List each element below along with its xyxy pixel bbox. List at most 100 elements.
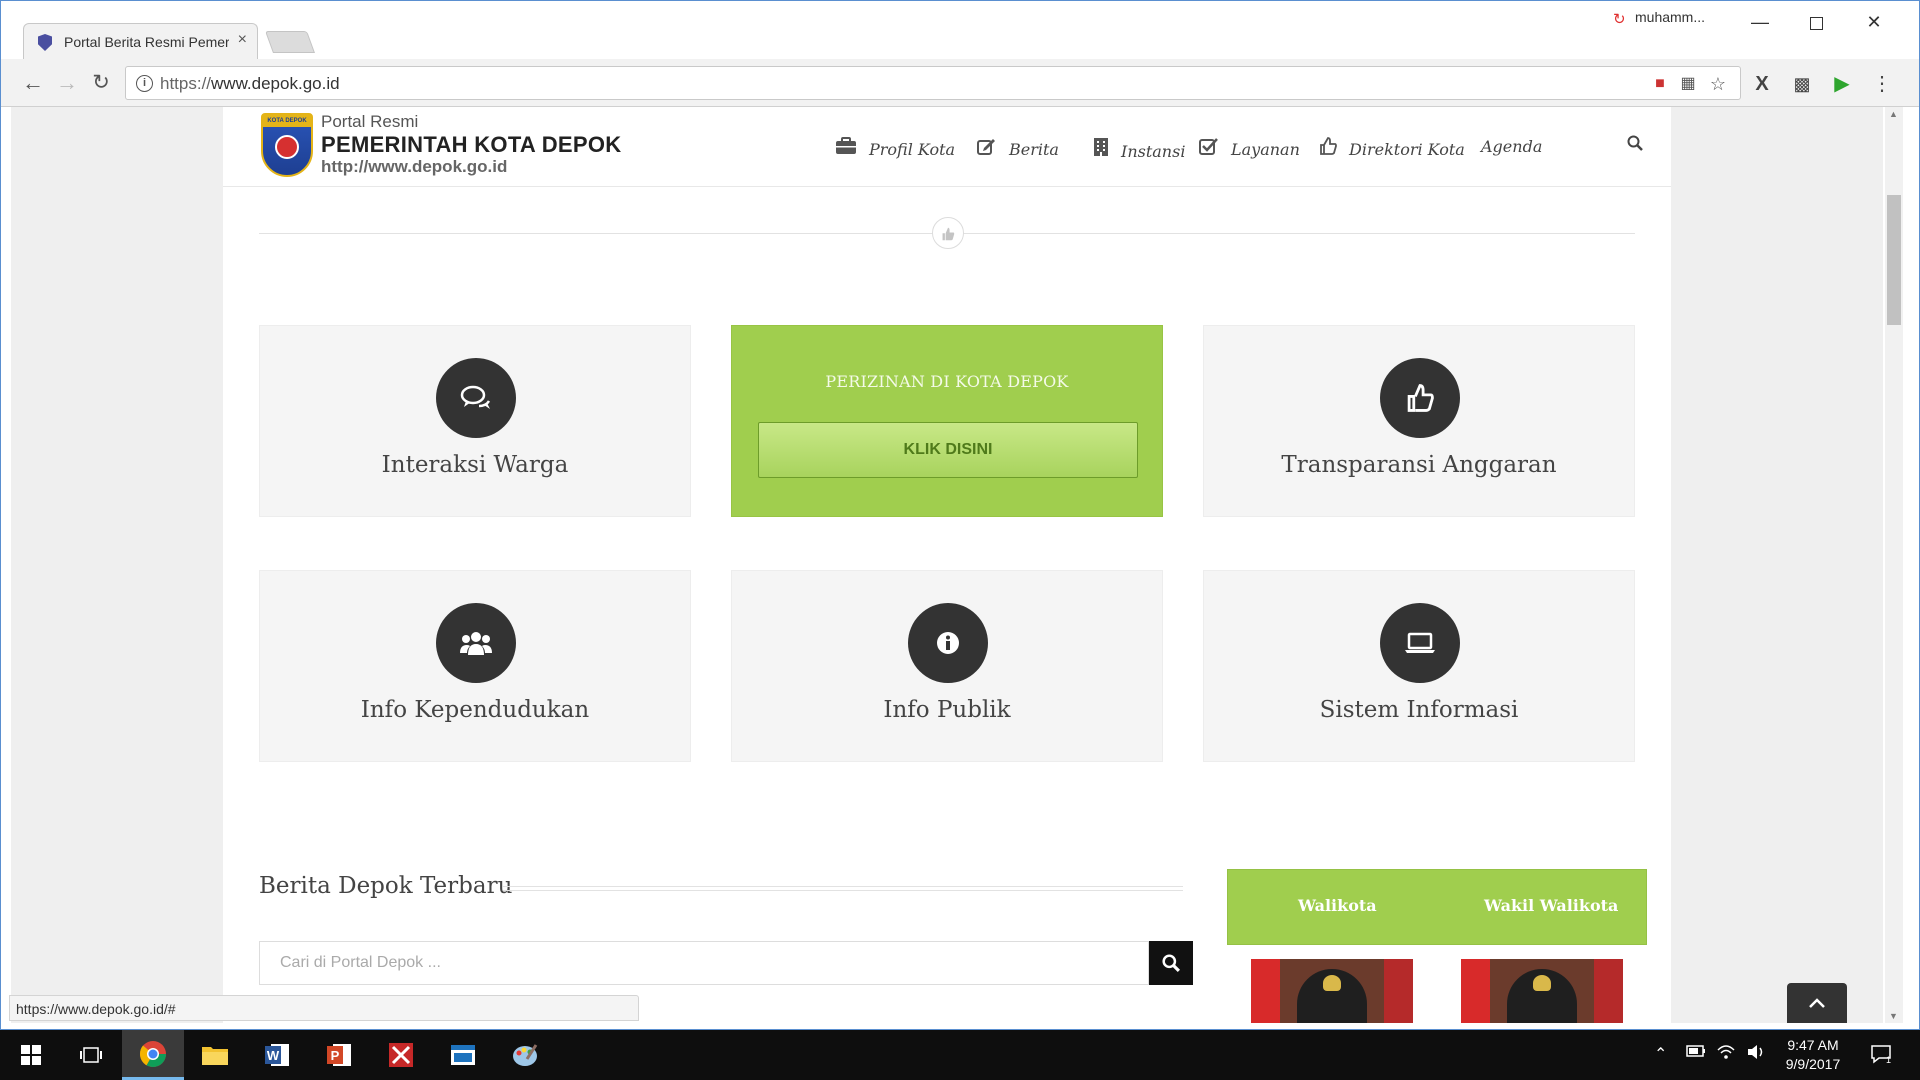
card-interaksi-warga[interactable]: Interaksi Warga — [259, 325, 691, 517]
taskbar-tools-icon[interactable] — [370, 1030, 432, 1080]
building-icon — [1093, 137, 1109, 161]
nav-agenda[interactable]: Agenda — [1481, 137, 1542, 159]
scroll-down-arrow-icon[interactable]: ▼ — [1889, 1011, 1898, 1021]
profile-sync-icon[interactable]: ↻ — [1613, 10, 1626, 28]
address-bar[interactable]: i https://www.depok.go.id ■ ▦ ☆ — [125, 66, 1741, 100]
city-emblem-logo[interactable]: KOTA DEPOK — [261, 113, 313, 177]
card-label: Info Kependudukan — [360, 697, 590, 723]
users-icon — [436, 603, 516, 683]
search-icon[interactable] — [1627, 135, 1643, 156]
svg-text:P: P — [331, 1048, 340, 1063]
walikota-portrait[interactable] — [1251, 959, 1413, 1023]
tray-chevron-up-icon[interactable]: ⌃ — [1654, 1044, 1667, 1064]
edit-icon — [977, 137, 997, 159]
card-perizinan: PERIZINAN DI KOTA DEPOK KLIK DISINI — [731, 325, 1163, 517]
back-to-top-button[interactable] — [1787, 983, 1847, 1023]
taskbar-chrome-icon[interactable] — [122, 1030, 184, 1080]
thumbs-up-outline-icon — [1319, 137, 1337, 159]
translate-icon[interactable]: ▦ — [1678, 74, 1698, 94]
close-window-icon[interactable]: ✕ — [1849, 7, 1899, 37]
wakil-walikota-portrait[interactable] — [1461, 959, 1623, 1023]
profile-name[interactable]: muhamm... — [1635, 9, 1705, 25]
taskbar-paint-icon[interactable] — [494, 1030, 556, 1080]
portal-search-button[interactable] — [1149, 941, 1193, 985]
site-favicon-icon — [38, 34, 52, 51]
taskbar-file-explorer-icon[interactable] — [184, 1030, 246, 1080]
card-label: Interaksi Warga — [381, 452, 569, 478]
nav-profil-kota[interactable]: Profil Kota — [835, 137, 955, 159]
windows-taskbar: W P ⌃ 9:47 AM 9/9/2017 1 — [0, 1030, 1920, 1080]
portal-search-input[interactable]: Cari di Portal Depok ... — [259, 941, 1149, 985]
browser-tab[interactable]: Portal Berita Resmi Pemerintah Kota Depo… — [23, 23, 258, 59]
clock-time: 9:47 AM — [1787, 1037, 1839, 1053]
menu-kebab-icon[interactable]: ⋮ — [1869, 71, 1895, 97]
page-viewport: KOTA DEPOK Portal Resmi PEMERINTAH KOTA … — [11, 107, 1883, 1023]
new-tab-button[interactable] — [264, 31, 316, 53]
perizinan-heading: PERIZINAN DI KOTA DEPOK — [825, 372, 1069, 391]
laptop-icon — [1380, 603, 1460, 683]
card-transparansi-anggaran[interactable]: Transparansi Anggaran — [1203, 325, 1635, 517]
briefcase-icon — [835, 137, 857, 159]
task-view-icon[interactable] — [60, 1030, 122, 1080]
wifi-icon[interactable] — [1716, 1044, 1736, 1065]
address-url[interactable]: https://www.depok.go.id — [160, 74, 340, 94]
klik-disini-button[interactable]: KLIK DISINI — [758, 422, 1138, 478]
desktop-screen: Portal Berita Resmi Pemerintah Kota Depo… — [0, 0, 1920, 1080]
logo-title[interactable]: PEMERINTAH KOTA DEPOK — [321, 132, 621, 158]
card-label: Sistem Informasi — [1319, 697, 1519, 723]
page-content: KOTA DEPOK Portal Resmi PEMERINTAH KOTA … — [223, 107, 1671, 1023]
search-icon — [1162, 954, 1180, 972]
blocked-content-icon[interactable]: ■ — [1650, 74, 1670, 94]
leaders-tabs: Walikota Wakil Walikota — [1227, 869, 1647, 945]
card-info-kependudukan[interactable]: Info Kependudukan — [259, 570, 691, 762]
browser-titlebar: Portal Berita Resmi Pemerintah Kota Depo… — [1, 1, 1919, 59]
site-header: KOTA DEPOK Portal Resmi PEMERINTAH KOTA … — [223, 107, 1671, 187]
tab-close-icon[interactable]: × — [238, 31, 247, 49]
page-scrollbar[interactable]: ▲ ▼ — [1885, 107, 1903, 1023]
nav-instansi[interactable]: Instansi — [1093, 137, 1185, 161]
info-icon — [908, 603, 988, 683]
thumbs-up-icon — [1380, 358, 1460, 438]
system-clock[interactable]: 9:47 AM 9/9/2017 — [1768, 1036, 1858, 1074]
card-info-publik[interactable]: Info Publik — [731, 570, 1163, 762]
browser-toolbar: ← → ↻ i https://www.depok.go.id ■ ▦ ☆ X … — [1, 59, 1919, 107]
taskbar-powerpoint-icon[interactable]: P — [308, 1030, 370, 1080]
reload-icon[interactable]: ↻ — [89, 71, 113, 95]
card-label: Transparansi Anggaran — [1281, 452, 1557, 478]
taskbar-window-app-icon[interactable] — [432, 1030, 494, 1080]
svg-text:W: W — [267, 1048, 280, 1063]
back-icon[interactable]: ← — [21, 71, 45, 95]
nav-berita[interactable]: Berita — [977, 137, 1059, 159]
battery-icon[interactable] — [1686, 1044, 1706, 1062]
taskbar-word-icon[interactable]: W — [246, 1030, 308, 1080]
card-sistem-informasi[interactable]: Sistem Informasi — [1203, 570, 1635, 762]
volume-icon[interactable] — [1746, 1044, 1766, 1065]
forward-icon[interactable]: → — [55, 71, 79, 95]
extension-screen-icon[interactable]: ▩ — [1789, 71, 1815, 97]
nav-direktori-kota[interactable]: Direktori Kota — [1319, 137, 1465, 159]
tab-walikota[interactable]: Walikota — [1298, 896, 1377, 915]
logo-subtitle: Portal Resmi — [321, 112, 419, 131]
browser-window: Portal Berita Resmi Pemerintah Kota Depo… — [0, 0, 1920, 1030]
notification-count: 1 — [1886, 1055, 1891, 1064]
bookmark-star-icon[interactable]: ☆ — [1708, 74, 1728, 94]
tab-title: Portal Berita Resmi Pemerintah Kota Depo… — [64, 34, 229, 50]
start-windows-icon[interactable] — [0, 1030, 62, 1080]
minimize-icon[interactable]: — — [1735, 7, 1785, 37]
maximize-icon[interactable] — [1791, 7, 1841, 37]
tab-wakil-walikota[interactable]: Wakil Walikota — [1484, 896, 1618, 915]
section-title-line — [503, 886, 1183, 891]
clock-date: 9/9/2017 — [1785, 1056, 1841, 1072]
chevron-up-icon — [1809, 998, 1825, 1008]
extension-play-icon[interactable]: ▶ — [1829, 71, 1855, 97]
scrollbar-thumb[interactable] — [1887, 195, 1901, 325]
action-center-icon[interactable]: 1 — [1870, 1044, 1892, 1069]
scroll-up-arrow-icon[interactable]: ▲ — [1889, 109, 1898, 119]
extension-x-icon[interactable]: X — [1749, 71, 1775, 97]
card-label: Info Publik — [883, 697, 1011, 723]
status-bar-url: https://www.depok.go.id/# — [9, 995, 639, 1021]
site-info-icon[interactable]: i — [136, 75, 153, 92]
news-section-title: Berita Depok Terbaru — [259, 873, 513, 899]
comments-icon — [436, 358, 516, 438]
nav-layanan[interactable]: Layanan — [1199, 137, 1300, 159]
